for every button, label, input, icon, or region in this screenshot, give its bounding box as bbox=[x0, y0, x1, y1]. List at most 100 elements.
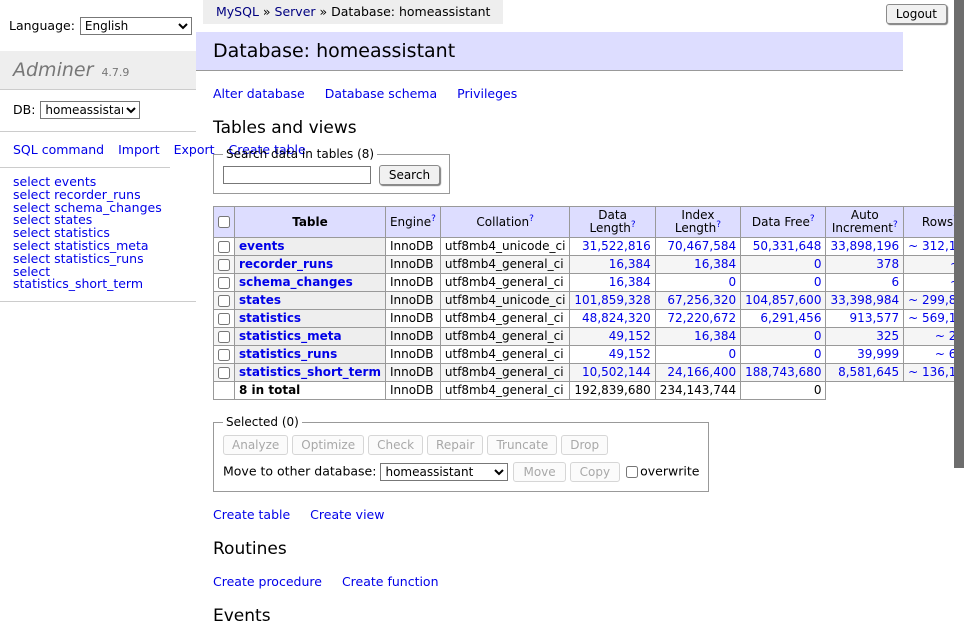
move-button[interactable]: Move bbox=[513, 462, 565, 482]
db-selector-row: DB: homeassistant bbox=[0, 90, 196, 132]
column-help-link[interactable]: ? bbox=[631, 220, 636, 230]
collation-cell: utf8mb4_general_ci bbox=[440, 256, 570, 274]
table-name-cell: states bbox=[235, 292, 386, 310]
auto-increment-cell: 6 bbox=[826, 274, 904, 292]
index-length-cell: 70,467,584 bbox=[655, 238, 740, 256]
total-data-length-cell: 192,839,680 bbox=[570, 382, 655, 400]
repair-button[interactable]: Repair bbox=[427, 435, 483, 455]
column-header-collation: Collation? bbox=[440, 207, 570, 238]
breadcrumb-database-homeassistant: Database: homeassistant bbox=[331, 4, 490, 19]
row-checkbox[interactable] bbox=[218, 259, 230, 271]
engine-cell: InnoDB bbox=[385, 364, 440, 382]
row-checkbox-cell bbox=[214, 328, 235, 346]
move-db-select[interactable]: homeassistant bbox=[380, 463, 508, 481]
auto-increment-cell: 33,398,984 bbox=[826, 292, 904, 310]
create-link-create-view[interactable]: Create view bbox=[310, 507, 384, 522]
table-link-statistics-runs[interactable]: statistics_runs bbox=[239, 347, 337, 361]
optimize-button[interactable]: Optimize bbox=[292, 435, 364, 455]
index-length-cell: 0 bbox=[655, 274, 740, 292]
collation-cell: utf8mb4_general_ci bbox=[440, 274, 570, 292]
create-links-row: Create table Create view bbox=[213, 507, 954, 522]
breadcrumb-mysql[interactable]: MySQL bbox=[216, 4, 259, 19]
main-content: MySQL » Server » Database: homeassistant… bbox=[196, 0, 954, 543]
language-select[interactable]: English bbox=[80, 17, 192, 35]
app-name: Adminer bbox=[13, 59, 93, 81]
sidebar-table-link-select-statistics-short-term[interactable]: select statistics_short_term bbox=[13, 266, 183, 292]
total-checkbox-cell bbox=[214, 382, 235, 400]
column-help-link[interactable]: ? bbox=[893, 220, 898, 230]
db-select[interactable]: homeassistant bbox=[40, 101, 140, 119]
copy-button[interactable]: Copy bbox=[570, 462, 620, 482]
row-checkbox[interactable] bbox=[218, 331, 230, 343]
table-name-cell: statistics bbox=[235, 310, 386, 328]
drop-button[interactable]: Drop bbox=[561, 435, 608, 455]
table-name-cell: statistics_meta bbox=[235, 328, 386, 346]
selected-fieldset: Selected (0) AnalyzeOptimizeCheckRepairT… bbox=[213, 415, 709, 492]
move-row: Move to other database:homeassistantMove… bbox=[223, 462, 699, 482]
row-checkbox[interactable] bbox=[218, 295, 230, 307]
breadcrumb-server[interactable]: Server bbox=[275, 4, 316, 19]
scrollbar-thumb[interactable] bbox=[954, 0, 964, 468]
table-link-statistics-meta[interactable]: statistics_meta bbox=[239, 329, 342, 343]
column-help-link[interactable]: ? bbox=[810, 214, 815, 224]
table-name-cell: statistics_runs bbox=[235, 346, 386, 364]
data-free-cell: 6,291,456 bbox=[741, 310, 826, 328]
total-label-cell: 8 in total bbox=[235, 382, 386, 400]
logout-row: Logout bbox=[886, 4, 947, 24]
app-version: 4.7.9 bbox=[101, 66, 129, 79]
analyze-button[interactable]: Analyze bbox=[223, 435, 288, 455]
auto-increment-cell: 33,898,196 bbox=[826, 238, 904, 256]
table-row: statistics_runsInnoDButf8mb4_general_ci4… bbox=[214, 346, 966, 364]
auto-increment-cell: 325 bbox=[826, 328, 904, 346]
row-checkbox[interactable] bbox=[218, 349, 230, 361]
column-help-link[interactable]: ? bbox=[529, 214, 534, 224]
table-row: statistics_short_term InnoDButf8mb4_gener… bbox=[214, 364, 966, 382]
column-help-link[interactable]: ? bbox=[431, 214, 436, 224]
table-link-events[interactable]: events bbox=[239, 239, 285, 253]
row-checkbox[interactable] bbox=[218, 367, 230, 379]
sidebar-link-sql-command[interactable]: SQL command bbox=[13, 142, 104, 157]
select-all-checkbox[interactable] bbox=[218, 216, 230, 228]
language-row: Language:English bbox=[0, 12, 196, 39]
table-link-states[interactable]: states bbox=[239, 293, 281, 307]
engine-cell: InnoDB bbox=[385, 238, 440, 256]
check-button[interactable]: Check bbox=[368, 435, 423, 455]
data-length-cell: 49,152 bbox=[570, 328, 655, 346]
page-scrollbar bbox=[954, 0, 966, 543]
app-title[interactable]: Adminer 4.7.9 bbox=[0, 51, 196, 90]
table-link-recorder-runs[interactable]: recorder_runs bbox=[239, 257, 333, 271]
routine-link-create-function[interactable]: Create function bbox=[342, 574, 439, 589]
engine-cell: InnoDB bbox=[385, 274, 440, 292]
row-checkbox-cell bbox=[214, 256, 235, 274]
action-link-database-schema[interactable]: Database schema bbox=[325, 86, 437, 101]
row-checkbox[interactable] bbox=[218, 313, 230, 325]
collation-cell: utf8mb4_general_ci bbox=[440, 364, 570, 382]
sidebar-link-import[interactable]: Import bbox=[118, 142, 160, 157]
table-link-schema-changes[interactable]: schema_changes bbox=[239, 275, 353, 289]
action-link-privileges[interactable]: Privileges bbox=[457, 86, 517, 101]
engine-cell: InnoDB bbox=[385, 292, 440, 310]
search-button[interactable]: Search bbox=[379, 165, 440, 185]
engine-cell: InnoDB bbox=[385, 346, 440, 364]
column-help-link[interactable]: ? bbox=[716, 220, 721, 230]
overwrite-checkbox[interactable] bbox=[626, 466, 638, 478]
row-checkbox[interactable] bbox=[218, 241, 230, 253]
engine-cell: InnoDB bbox=[385, 328, 440, 346]
auto-increment-cell: 8,581,645 bbox=[826, 364, 904, 382]
index-length-cell: 24,166,400 bbox=[655, 364, 740, 382]
page-title: Database: homeassistant bbox=[196, 32, 903, 71]
table-link-statistics-short-term[interactable]: statistics_short_term bbox=[239, 365, 381, 379]
tables-heading: Tables and views bbox=[213, 118, 954, 138]
create-link-create-table[interactable]: Create table bbox=[213, 507, 290, 522]
db-label: DB: bbox=[13, 102, 35, 117]
total-data-free-cell: 0 bbox=[741, 382, 826, 400]
search-input[interactable] bbox=[223, 166, 371, 184]
logout-button[interactable]: Logout bbox=[886, 4, 947, 24]
breadcrumb: MySQL » Server » Database: homeassistant bbox=[203, 0, 503, 24]
row-checkbox[interactable] bbox=[218, 277, 230, 289]
truncate-button[interactable]: Truncate bbox=[487, 435, 557, 455]
table-row: statistics_metaInnoDButf8mb4_general_ci4… bbox=[214, 328, 966, 346]
routine-link-create-procedure[interactable]: Create procedure bbox=[213, 574, 322, 589]
action-link-alter-database[interactable]: Alter database bbox=[213, 86, 305, 101]
table-link-statistics[interactable]: statistics bbox=[239, 311, 301, 325]
